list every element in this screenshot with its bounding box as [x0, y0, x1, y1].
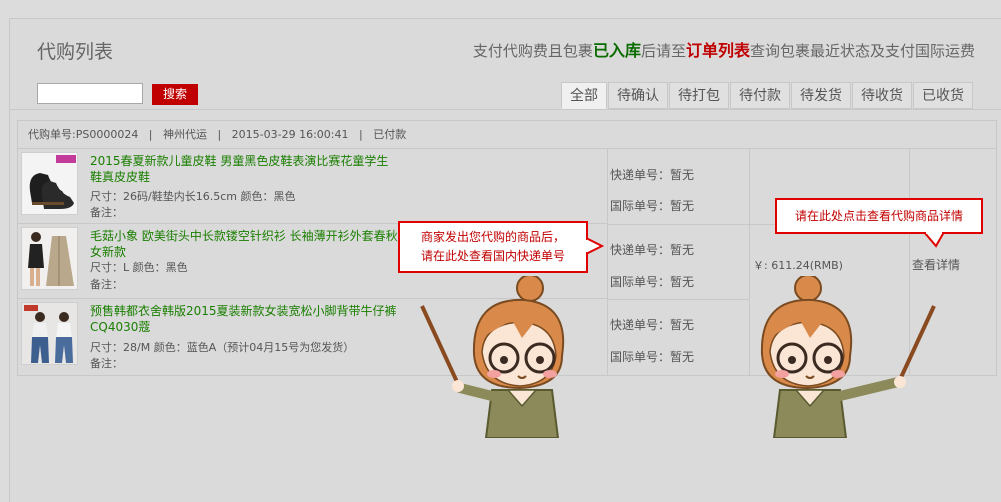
product-note: 备注：: [90, 357, 123, 370]
domestic-tracking: 快递单号：暂无: [610, 318, 695, 332]
column-divider: [607, 149, 608, 375]
product-attributes: 尺寸：28/M 颜色：蓝色A（预计04月15号为您发货）: [90, 341, 355, 354]
notice-in-warehouse: 已入库: [592, 41, 641, 60]
shipping-tip-line1: 商家发出您代购的商品后，: [420, 230, 565, 244]
status-tabs: 全部 待确认 待打包 待付款 待发货 待收货 已收货: [561, 82, 974, 109]
international-tracking: 国际单号：暂无: [610, 350, 695, 364]
tab-to-confirm[interactable]: 待确认: [608, 82, 668, 109]
notice-part-2: 后请至: [640, 42, 686, 60]
page-title: 代购列表: [37, 41, 114, 63]
product-name-link[interactable]: 毛菇小象 欧美街头中长款镂空针织衫 长袖薄开衫外套春秋女新款: [90, 228, 400, 260]
search-button[interactable]: 搜索: [152, 84, 198, 105]
notice-order-list-link[interactable]: 订单列表: [686, 41, 750, 60]
tab-to-pay[interactable]: 待付款: [730, 82, 790, 109]
bubble-pointer-right-icon: [586, 236, 605, 256]
notice-text: 支付代购费且包裹已入库后请至订单列表查询包裹最近状态及支付国际运费: [473, 37, 975, 61]
girl-pointer-illustration: [760, 276, 936, 438]
domestic-tracking: 快递单号：暂无: [610, 243, 695, 257]
shoe-thumbnail[interactable]: [21, 152, 78, 215]
cardigan-thumbnail[interactable]: [21, 227, 78, 290]
order-item: 2015春夏新款儿童皮鞋 男童黑色皮鞋表演比赛花童学生鞋真皮皮鞋 尺寸：26码/…: [18, 149, 607, 224]
domestic-tracking: 快递单号：暂无: [610, 168, 695, 182]
product-name-link[interactable]: 预售韩都衣舍韩版2015夏装新款女装宽松小脚背带牛仔裤CQ4030蔻: [90, 303, 400, 335]
order-total-price: ￥: 611.24(RMB): [753, 259, 843, 272]
divider: [9, 109, 1001, 110]
tab-to-ship[interactable]: 待发货: [791, 82, 851, 109]
tab-all[interactable]: 全部: [561, 82, 607, 109]
tab-to-receive[interactable]: 待收货: [852, 82, 912, 109]
order-header: 代购单号:PS0000024 | 神州代运 | 2015-03-29 16:00…: [18, 121, 996, 149]
search-input[interactable]: [37, 83, 143, 104]
girl-pointer-illustration: [420, 276, 565, 438]
view-details-link[interactable]: 查看详情: [912, 256, 960, 273]
international-tracking: 国际单号：暂无: [610, 275, 695, 289]
row-divider: [607, 299, 749, 300]
bubble-pointer-down-icon: [922, 232, 946, 248]
product-note: 备注：: [90, 278, 123, 291]
product-attributes: 尺寸：26码/鞋垫内长16.5cm 颜色：黑色: [90, 190, 296, 203]
shipping-tip-line2: 请在此处查看国内快递单号: [420, 249, 565, 263]
jeans-thumbnail[interactable]: [21, 302, 78, 365]
product-note: 备注：: [90, 206, 123, 219]
details-tip-bubble: 请在此处点击查看代购商品详情: [775, 198, 983, 234]
tab-to-pack[interactable]: 待打包: [669, 82, 729, 109]
notice-part-3: 查询包裹最近状态及支付国际运费: [749, 42, 975, 60]
product-name-link[interactable]: 2015春夏新款儿童皮鞋 男童黑色皮鞋表演比赛花童学生鞋真皮皮鞋: [90, 153, 400, 185]
tab-received[interactable]: 已收货: [913, 82, 973, 109]
shipping-tip-bubble: 商家发出您代购的商品后， 请在此处查看国内快递单号: [398, 221, 588, 273]
international-tracking: 国际单号：暂无: [610, 199, 695, 213]
notice-part-1: 支付代购费且包裹: [472, 42, 593, 60]
product-attributes: 尺寸：L 颜色：黑色: [90, 261, 188, 274]
